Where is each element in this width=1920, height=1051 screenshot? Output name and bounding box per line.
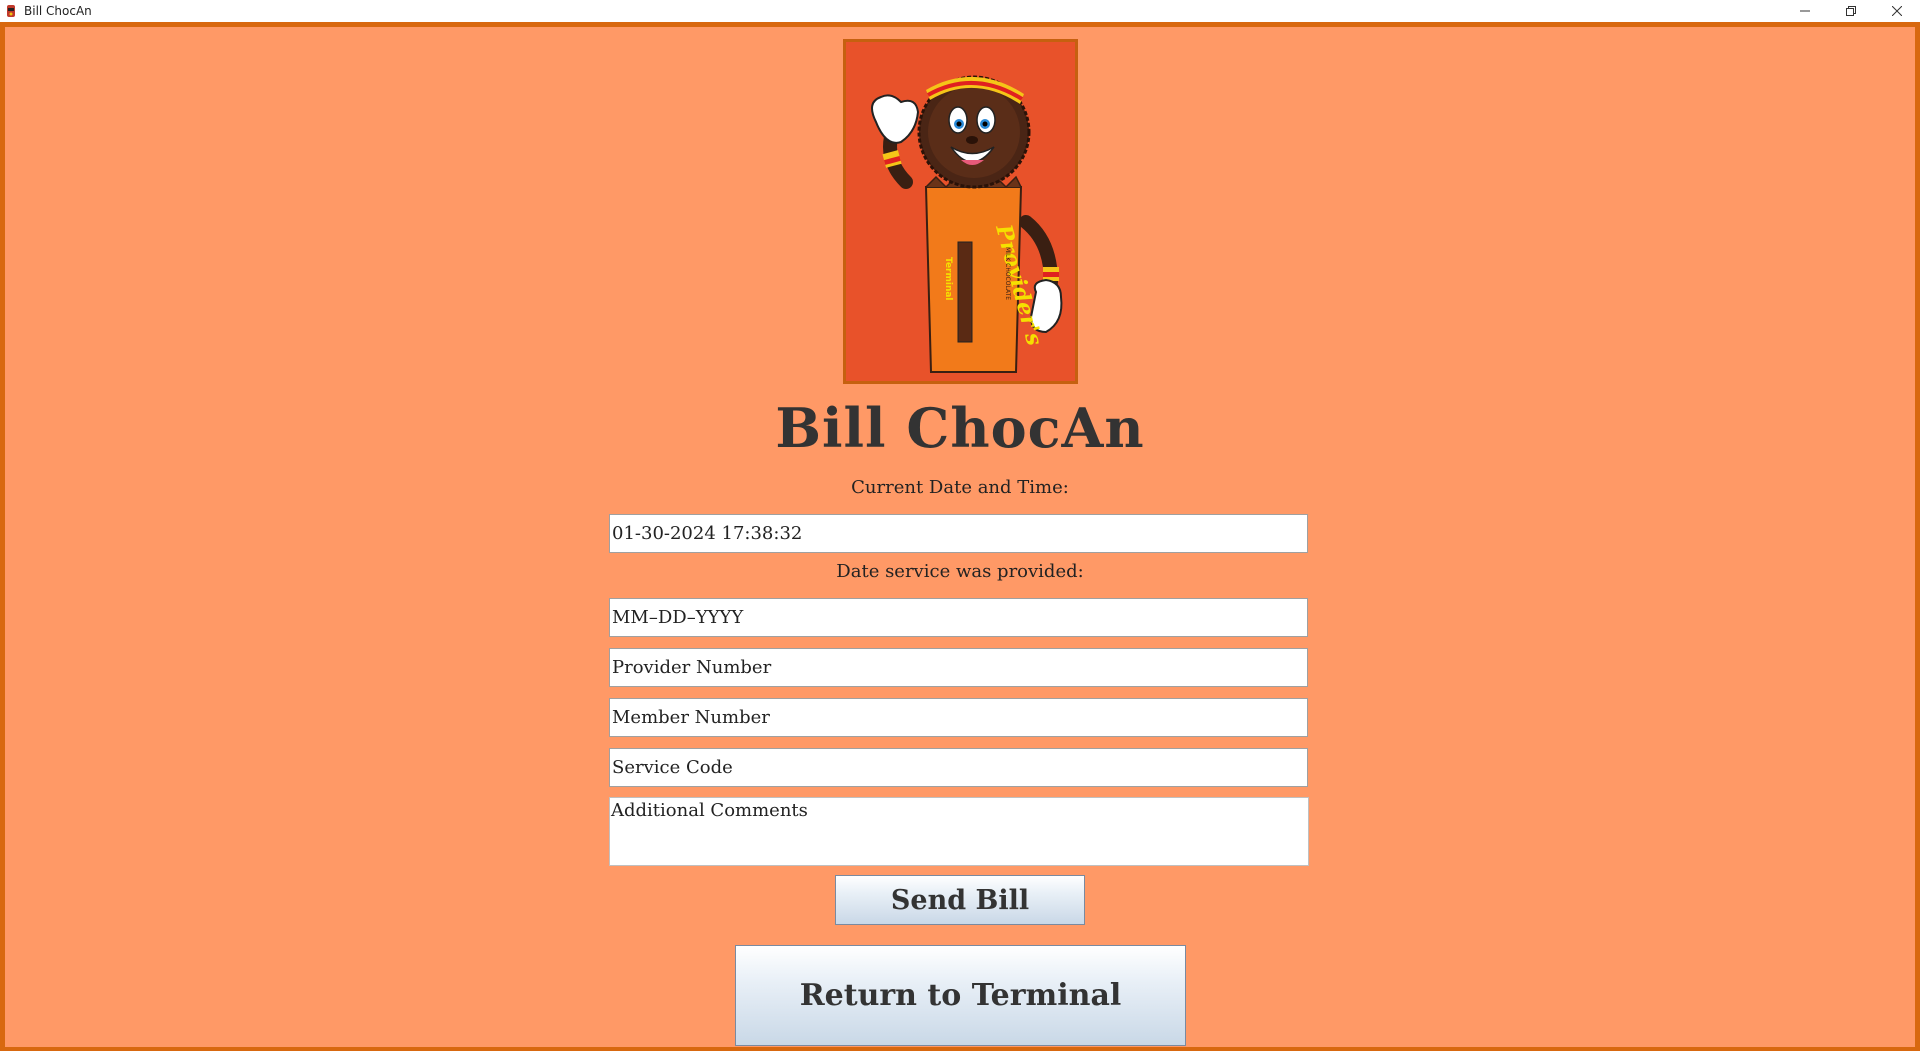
service-code-input[interactable] — [609, 748, 1308, 787]
service-date-label: Date service was provided: — [836, 561, 1084, 582]
close-icon — [1892, 6, 1902, 16]
mascot-illustration: Provider's Terminal MILK CHOCOLATE — [846, 42, 1075, 381]
current-datetime-label: Current Date and Time: — [851, 477, 1069, 498]
app-window: Provider's Terminal MILK CHOCOLATE Bill … — [0, 22, 1920, 1051]
logo-image: Provider's Terminal MILK CHOCOLATE — [843, 39, 1078, 384]
wrapper-small-text: MILK CHOCOLATE — [1004, 247, 1011, 300]
current-datetime-field[interactable] — [609, 514, 1308, 553]
app-icon — [7, 5, 15, 17]
page-title: Bill ChocAn — [775, 396, 1145, 460]
additional-comments-input[interactable] — [609, 797, 1309, 866]
window-titlebar: Bill ChocAn — [0, 0, 1920, 22]
restore-button[interactable] — [1828, 0, 1874, 22]
send-bill-button[interactable]: Send Bill — [835, 875, 1085, 925]
restore-icon — [1846, 6, 1856, 16]
window-title: Bill ChocAn — [24, 4, 92, 18]
service-date-input[interactable] — [609, 598, 1308, 637]
return-to-terminal-button[interactable]: Return to Terminal — [735, 945, 1186, 1046]
minimize-icon — [1800, 10, 1810, 12]
window-controls — [1782, 0, 1920, 22]
member-number-input[interactable] — [609, 698, 1308, 737]
minimize-button[interactable] — [1782, 0, 1828, 22]
provider-number-input[interactable] — [609, 648, 1308, 687]
close-button[interactable] — [1874, 0, 1920, 22]
wrapper-subtext: Terminal — [943, 257, 953, 301]
main-content: Provider's Terminal MILK CHOCOLATE Bill … — [5, 27, 1915, 1047]
